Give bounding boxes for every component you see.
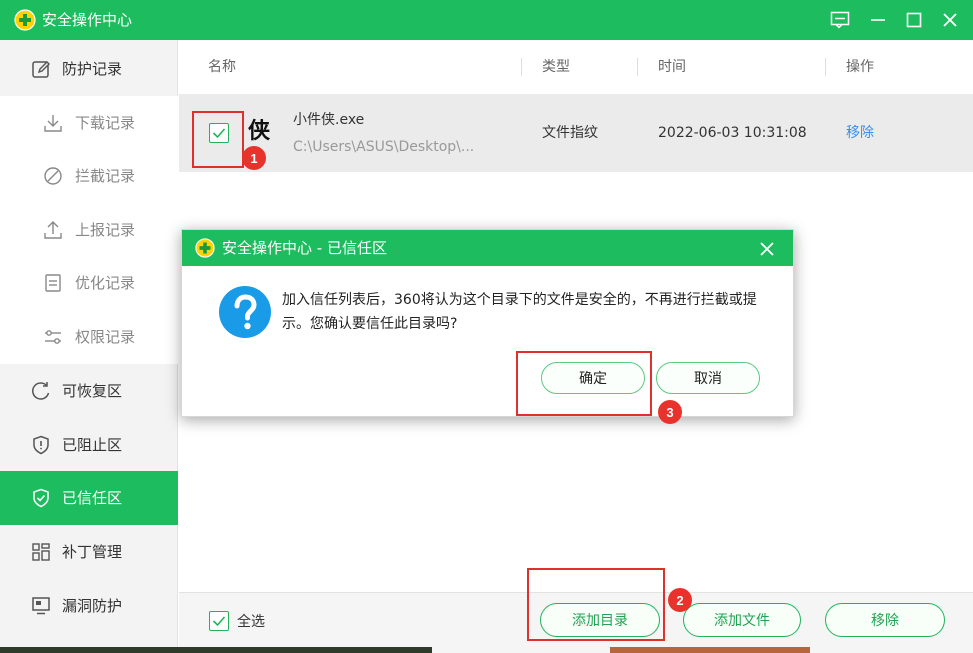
dialog-title: 安全操作中心 - 已信任区	[222, 239, 387, 257]
app-logo-icon	[14, 9, 36, 31]
sidebar-item-optimize-records[interactable]: 优化记录	[0, 256, 178, 310]
select-all-label[interactable]: 全选	[237, 612, 265, 632]
confirm-dialog: 安全操作中心 - 已信任区 加入信任列表后，360将认为这个目录下的文件是安全的…	[181, 229, 794, 417]
sidebar-item-label: 拦截记录	[75, 167, 136, 185]
column-divider	[521, 58, 522, 76]
minimize-button[interactable]	[864, 6, 892, 34]
dialog-message: 加入信任列表后，360将认为这个目录下的文件是安全的，不再进行拦截或提示。您确认…	[282, 292, 757, 332]
select-all-checkbox[interactable]	[209, 611, 229, 631]
monitor-icon	[32, 597, 50, 615]
confirm-cancel-button[interactable]: 取消	[656, 362, 760, 394]
background-strip	[0, 647, 432, 653]
remove-button[interactable]: 移除	[825, 603, 945, 637]
background-strip	[610, 647, 810, 653]
table-row[interactable]: 侠 小件侠.exe C:\Users\ASUS\Desktop\... 文件指纹…	[179, 94, 973, 172]
sidebar-item-vulnerability-protection[interactable]: 漏洞防护	[0, 579, 178, 633]
sidebar-item-label: 已信任区	[62, 489, 123, 507]
window-title: 安全操作中心	[42, 11, 133, 29]
column-header-name[interactable]: 名称	[208, 57, 236, 77]
sidebar-item-label: 权限记录	[75, 328, 136, 346]
dialog-close-icon[interactable]	[759, 241, 775, 257]
grid-icon	[32, 543, 50, 561]
upload-icon	[44, 221, 62, 239]
annotation-highlight-box	[527, 568, 665, 641]
maximize-icon	[906, 12, 922, 28]
sidebar-item-permission-records[interactable]: 权限记录	[0, 310, 178, 364]
document-icon	[45, 274, 61, 292]
sidebar-item-recoverable[interactable]: 可恢复区	[0, 364, 178, 418]
title-bar: 安全操作中心	[0, 0, 973, 40]
annotation-badge: 2	[668, 588, 692, 612]
sidebar-item-label: 可恢复区	[62, 382, 123, 400]
feedback-button[interactable]	[826, 6, 854, 34]
column-header-action[interactable]: 操作	[846, 57, 874, 77]
file-path: C:\Users\ASUS\Desktop\...	[293, 139, 475, 155]
column-header-time[interactable]: 时间	[658, 57, 686, 77]
maximize-button[interactable]	[900, 6, 928, 34]
sidebar-item-trusted[interactable]: 已信任区	[0, 471, 178, 525]
remove-link[interactable]: 移除	[846, 123, 874, 143]
file-type: 文件指纹	[542, 125, 598, 141]
annotation-badge: 1	[242, 146, 266, 170]
annotation-highlight-box	[516, 351, 652, 416]
file-icon: 侠	[248, 119, 271, 144]
sidebar-item-upload-records[interactable]: 上报记录	[0, 203, 178, 257]
sidebar-item-protection-records[interactable]: 防护记录	[0, 42, 178, 96]
sidebar-item-label: 补丁管理	[62, 543, 123, 561]
block-icon	[44, 167, 62, 185]
close-button[interactable]	[936, 6, 964, 34]
file-name: 小件侠.exe	[293, 112, 365, 128]
annotation-badge: 3	[658, 400, 682, 424]
annotation-highlight-box	[192, 111, 244, 168]
sidebar-item-download-records[interactable]: 下载记录	[0, 96, 178, 150]
add-file-button[interactable]: 添加文件	[683, 603, 801, 637]
close-icon	[943, 13, 957, 27]
sidebar-item-patch-management[interactable]: 补丁管理	[0, 525, 178, 579]
dialog-title-bar: 安全操作中心 - 已信任区	[182, 230, 793, 266]
question-icon	[219, 286, 271, 338]
minimize-icon	[871, 19, 885, 21]
table-header: 名称 类型 时间 操作	[179, 40, 973, 94]
sidebar-item-blocked[interactable]: 已阻止区	[0, 418, 178, 472]
edit-icon	[32, 61, 50, 78]
column-divider	[637, 58, 638, 76]
column-header-type[interactable]: 类型	[542, 57, 570, 77]
file-time: 2022-06-03 10:31:08	[658, 125, 807, 141]
sidebar: 防护记录 下载记录 拦截记录 上报记录 优化记录 权限记录 可恢复区 已阻止区	[0, 40, 178, 653]
sidebar-item-label: 上报记录	[75, 221, 136, 239]
sidebar-item-label: 优化记录	[75, 274, 136, 292]
shield-check-icon	[33, 488, 49, 508]
sidebar-item-label: 下载记录	[75, 114, 136, 132]
feedback-icon	[830, 11, 850, 29]
shield-alert-icon	[33, 435, 49, 455]
restore-icon	[32, 382, 50, 400]
check-icon	[212, 616, 226, 627]
sidebar-item-label: 漏洞防护	[62, 597, 123, 615]
sliders-icon	[45, 330, 61, 344]
column-divider	[825, 58, 826, 76]
sidebar-item-label: 已阻止区	[62, 436, 123, 454]
app-logo-icon	[195, 238, 215, 258]
sidebar-item-label: 防护记录	[62, 60, 123, 78]
sidebar-item-block-records[interactable]: 拦截记录	[0, 149, 178, 203]
download-icon	[44, 115, 62, 132]
